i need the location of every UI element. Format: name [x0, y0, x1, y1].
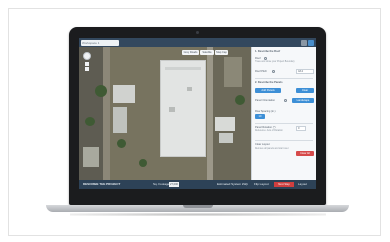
tree [139, 159, 147, 167]
section-title: 2. Describe the Panels [255, 81, 283, 84]
clear-layout-title: Clear Layout [255, 143, 270, 146]
tab-satellite[interactable]: Satellite [200, 50, 214, 55]
clear-panels-button[interactable]: Clear [296, 88, 314, 93]
size-input[interactable]: 27,000 [169, 182, 179, 187]
row-spacing-input[interactable]: 10 [255, 114, 265, 119]
roof-pitch-select[interactable]: 4/12 [296, 69, 314, 74]
panel-rotation-hint: Reference: Axis of Rotation [255, 130, 283, 132]
laptop-hinge-notch [183, 205, 213, 208]
add-panels-button[interactable]: Add Panels [255, 88, 281, 93]
satellite-map[interactable]: Grey Roads Satellite Map Cap [79, 47, 251, 180]
building-roof [113, 85, 135, 103]
zoom-out-button[interactable] [85, 67, 89, 71]
pan-control-icon[interactable] [83, 52, 91, 60]
building-roof [224, 57, 242, 87]
roof-equipment [187, 87, 192, 91]
tree [85, 117, 95, 126]
tree [95, 85, 107, 97]
flip-layout-label[interactable]: Flip Layout [254, 180, 269, 189]
info-icon[interactable] [284, 99, 287, 102]
panel-rotation-label: Panel Rotation (°) [255, 126, 276, 129]
layout-label[interactable]: Layout [298, 180, 307, 189]
panel-orientation-label: Panel Orientation [255, 99, 276, 102]
menu-button[interactable] [308, 39, 314, 46]
clear-all-button[interactable]: Clear All [296, 151, 314, 156]
divider [255, 123, 313, 124]
zoom-in-button[interactable] [85, 62, 89, 66]
roof-equipment [165, 67, 201, 70]
row-spacing-label: Row Spacing (in.) [255, 110, 276, 113]
size-label: Sq. Footage [153, 182, 170, 186]
project-title: DESCRIBE THE PROJECT [83, 182, 121, 186]
orientation-toggle[interactable]: Landscape [292, 98, 314, 103]
building-roof [113, 107, 127, 133]
estimate-label: Estimated System kWp [217, 182, 249, 186]
roof-label: Roof [255, 57, 261, 60]
divider [255, 78, 313, 79]
project-bar: DESCRIBE THE PROJECT Sq. Footage 27,000 … [79, 180, 316, 189]
main-building-roof[interactable] [161, 61, 205, 156]
tree [117, 139, 126, 148]
tab-grey-roads[interactable]: Grey Roads [182, 50, 199, 55]
workspace-input[interactable]: Workspace 1 [81, 39, 119, 46]
info-icon[interactable] [264, 57, 267, 60]
info-icon[interactable] [272, 70, 275, 73]
section-title: 1. Describe the Roof [255, 50, 281, 53]
clear-layout-hint: Remove all panels and start over [255, 148, 289, 150]
app-header: Workspace 1 [79, 38, 316, 47]
app-screen: Workspace 1 Grey Roads Satellite Map Cap… [79, 38, 316, 189]
roof-pitch-label: Roof Pitch [255, 70, 267, 73]
tree [235, 95, 245, 105]
building-roof [215, 117, 235, 131]
divider [255, 140, 313, 141]
next-step-button[interactable]: Next Step [274, 182, 294, 187]
settings-button[interactable] [301, 39, 307, 46]
webcam-icon [196, 31, 199, 34]
tab-map-cap[interactable]: Map Cap [215, 50, 228, 55]
road [103, 47, 110, 180]
roof-hint: Trace and close your Project Boundary [255, 61, 295, 63]
laptop-lid: Workspace 1 Grey Roads Satellite Map Cap… [69, 27, 326, 205]
laptop-shadow [70, 213, 326, 216]
building-roof [219, 133, 233, 143]
roof-equipment [169, 107, 175, 112]
panel-rotation-input[interactable]: 0 [296, 126, 306, 131]
settings-panel: 1. Describe the Roof Roof Trace and clos… [251, 47, 316, 180]
building-roof [83, 147, 99, 167]
